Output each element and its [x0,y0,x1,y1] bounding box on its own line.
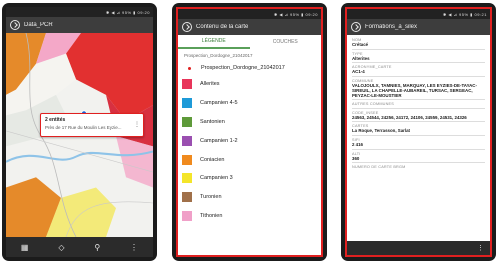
identify-popup[interactable]: 2 entités Près de 17 Rue du Moulin Les E… [40,113,144,137]
attribute-field: TYPE Alterites [352,52,485,64]
attribute-field: CARTES La Roque, Terrasson, Sarlat [352,124,485,136]
map-screen: ✱ ◀ ⊿ 95% ▮ 09:20 Data_PCR 2 entités Prè… [6,7,153,257]
field-value: Alterites [352,55,370,61]
stage: ✱ ◀ ⊿ 95% ▮ 09:20 Data_PCR 2 entités Prè… [0,0,497,266]
status-text: ✱ ◀ ⊿ 95% ▮ 09:20 [105,9,150,15]
field-value: AC1-4 [352,69,365,75]
bottom-toolbar: ▦ ◇ ⚲ ⋮ [6,237,153,257]
legend-swatch [182,98,192,109]
point-symbol-icon [188,66,191,70]
field-value: Crétacé [352,42,369,47]
legend-swatch [182,116,192,127]
legend-item-point: Prospection_Dordogne_21042017 [178,61,321,75]
status-text: ✱ ◀ ⊿ 95% ▮ 09:21 [442,11,487,17]
legend-item-label: Campanien 3 [200,175,233,182]
status-bar: ✱ ◀ ⊿ 95% ▮ 09:20 [6,7,153,17]
legend-list: Prospection_Dordogne_21042017 Allerites … [178,61,321,225]
phone-legend-view: ✱ ◀ ⊿ 95% ▮ 09:20 Contenu de la carte LÉ… [172,3,327,261]
status-text: ✱ ◀ ⊿ 95% ▮ 09:20 [273,11,318,17]
legend-item: Coniacien [178,150,321,169]
field-key: AUTRES COMMUNES [352,102,395,107]
legend-item: Campanien 1-2 [178,131,321,150]
legend-item: Santonien [178,113,321,132]
attribute-field: NUMERO DE CARTE BRGM [352,165,485,169]
legend-item-label: Prospection_Dordogne_21042017 [201,65,285,71]
legend-tabs: LÉGENDE COUCHES [178,35,321,49]
legend-item-label: Campanien 4-5 [200,100,238,107]
back-icon[interactable] [351,22,361,32]
search-icon[interactable]: ⚲ [94,243,100,252]
attribute-field: AUTRES COMMUNES [352,102,485,109]
legend-swatch [182,79,192,90]
map-icon[interactable]: ▦ [21,243,29,252]
locate-icon[interactable]: ◇ [58,243,64,252]
field-value: 24563, 24544, 24256, 24172, 24106, 24559… [352,114,467,120]
legend-item: Turonien [178,188,321,207]
legend-title: Contenu de la carte [196,24,249,30]
back-icon[interactable] [182,22,192,32]
legend-swatch [182,154,192,165]
attribute-field: ALTI 360 [352,152,485,164]
status-bar: ✱ ◀ ⊿ 95% ▮ 09:20 [178,9,321,19]
status-bar: ✱ ◀ ⊿ 95% ▮ 09:21 [347,9,490,19]
field-value: 2 416 [352,142,363,147]
legend-item-label: Coniacien [200,156,225,163]
bottom-toolbar: ⋮ [347,241,490,255]
legend-item-label: Santonien [200,118,225,125]
tab-couches[interactable]: COUCHES [250,35,322,49]
map-canvas[interactable]: 2 entités Près de 17 Rue du Moulin Les E… [6,33,153,237]
legend-item: Tithonien [178,207,321,226]
legend-swatch [182,135,192,146]
attribute-list: NOM Crétacé TYPE Alterites ACRONYME_CARTE A… [347,35,490,241]
app-bar: Contenu de la carte [178,19,321,35]
legend-swatch [182,173,192,184]
tab-legende[interactable]: LÉGENDE [178,35,250,49]
legend-item: Allerites [178,75,321,94]
phone-attributes-view: ✱ ◀ ⊿ 95% ▮ 09:21 Formations_à_silex NOM… [341,3,496,261]
map-title: Data_PCR [24,22,53,28]
attributes-title: Formations_à_silex [365,24,418,30]
field-value: VALOJOULX, TAMNIES, MARQUAY, LES EYZIES-… [352,82,477,98]
legend-swatch [182,192,192,203]
legend-item: Campanien 4-5 [178,94,321,113]
overflow-icon[interactable]: ⋮ [130,243,138,252]
attribute-field: COMMUNE VALOJOULX, TAMNIES, MARQUAY, LES … [352,79,485,101]
popup-more-icon[interactable]: ⋮ [134,121,140,128]
popup-title: 2 entités [45,117,66,123]
field-key: NUMERO DE CARTE BRGM [352,165,406,170]
phone-map-view: ✱ ◀ ⊿ 95% ▮ 09:20 Data_PCR 2 entités Prè… [2,3,157,261]
legend-item-label: Turonien [200,194,222,201]
app-logo-icon[interactable] [10,20,20,30]
app-bar: Formations_à_silex [347,19,490,35]
app-bar: Data_PCR [6,17,153,33]
attribute-field: NOM Crétacé [352,38,485,50]
overflow-icon[interactable]: ⋮ [477,244,484,252]
legend-item-label: Allerites [200,81,220,88]
attributes-screen: ✱ ◀ ⊿ 95% ▮ 09:21 Formations_à_silex NOM… [345,7,492,257]
legend-item-label: Tithonien [200,212,223,219]
legend-item: Campanien 3 [178,169,321,188]
field-value: La Roque, Terrasson, Sarlat [352,128,410,134]
popup-subtitle: Près de 17 Rue du Moulin Les Eyzie... [45,125,122,130]
legend-swatch [182,210,192,221]
attribute-field: CODE_INSEE 24563, 24544, 24256, 24172, 24… [352,111,485,123]
field-value: 360 [352,155,360,161]
legend-item-label: Campanien 1-2 [200,137,238,144]
attribute-field: ACRONYME_CARTE AC1-4 [352,65,485,77]
attribute-field: SIFI 2 416 [352,138,485,150]
legend-screen: ✱ ◀ ⊿ 95% ▮ 09:20 Contenu de la carte LÉ… [176,7,323,257]
layer-name: Prospection_Dordogne_21042017 [184,53,253,58]
